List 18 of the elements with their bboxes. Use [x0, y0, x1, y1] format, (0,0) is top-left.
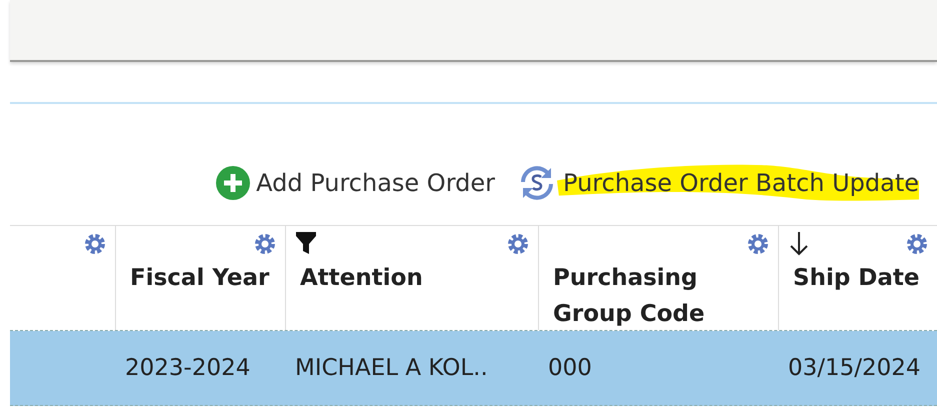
column-header[interactable]: Fiscal Year	[130, 260, 270, 296]
table-row[interactable]: 2023-2024 MICHAEL A KOL.. 000 03/15/2024	[10, 331, 937, 406]
settings-icon[interactable]	[905, 232, 929, 256]
settings-icon[interactable]	[253, 232, 277, 256]
table-cell: 2023-2024	[125, 354, 250, 381]
table-cell: 03/15/2024	[788, 354, 921, 381]
add-icon	[216, 166, 250, 200]
settings-icon[interactable]	[506, 232, 530, 256]
sort-down-icon[interactable]	[789, 232, 809, 256]
filter-icon[interactable]	[296, 232, 316, 254]
table-cell: 000	[548, 354, 592, 381]
settings-icon[interactable]	[83, 232, 107, 256]
add-button[interactable]: Add Purchase Order	[216, 164, 496, 200]
column-header[interactable]: Attention	[300, 260, 423, 296]
settings-icon[interactable]	[746, 232, 770, 256]
table-cell: MICHAEL A KOL..	[295, 354, 488, 381]
column-header[interactable]: Purchasing Group Code	[553, 260, 753, 332]
column-header[interactable]: Ship Date	[793, 260, 920, 296]
